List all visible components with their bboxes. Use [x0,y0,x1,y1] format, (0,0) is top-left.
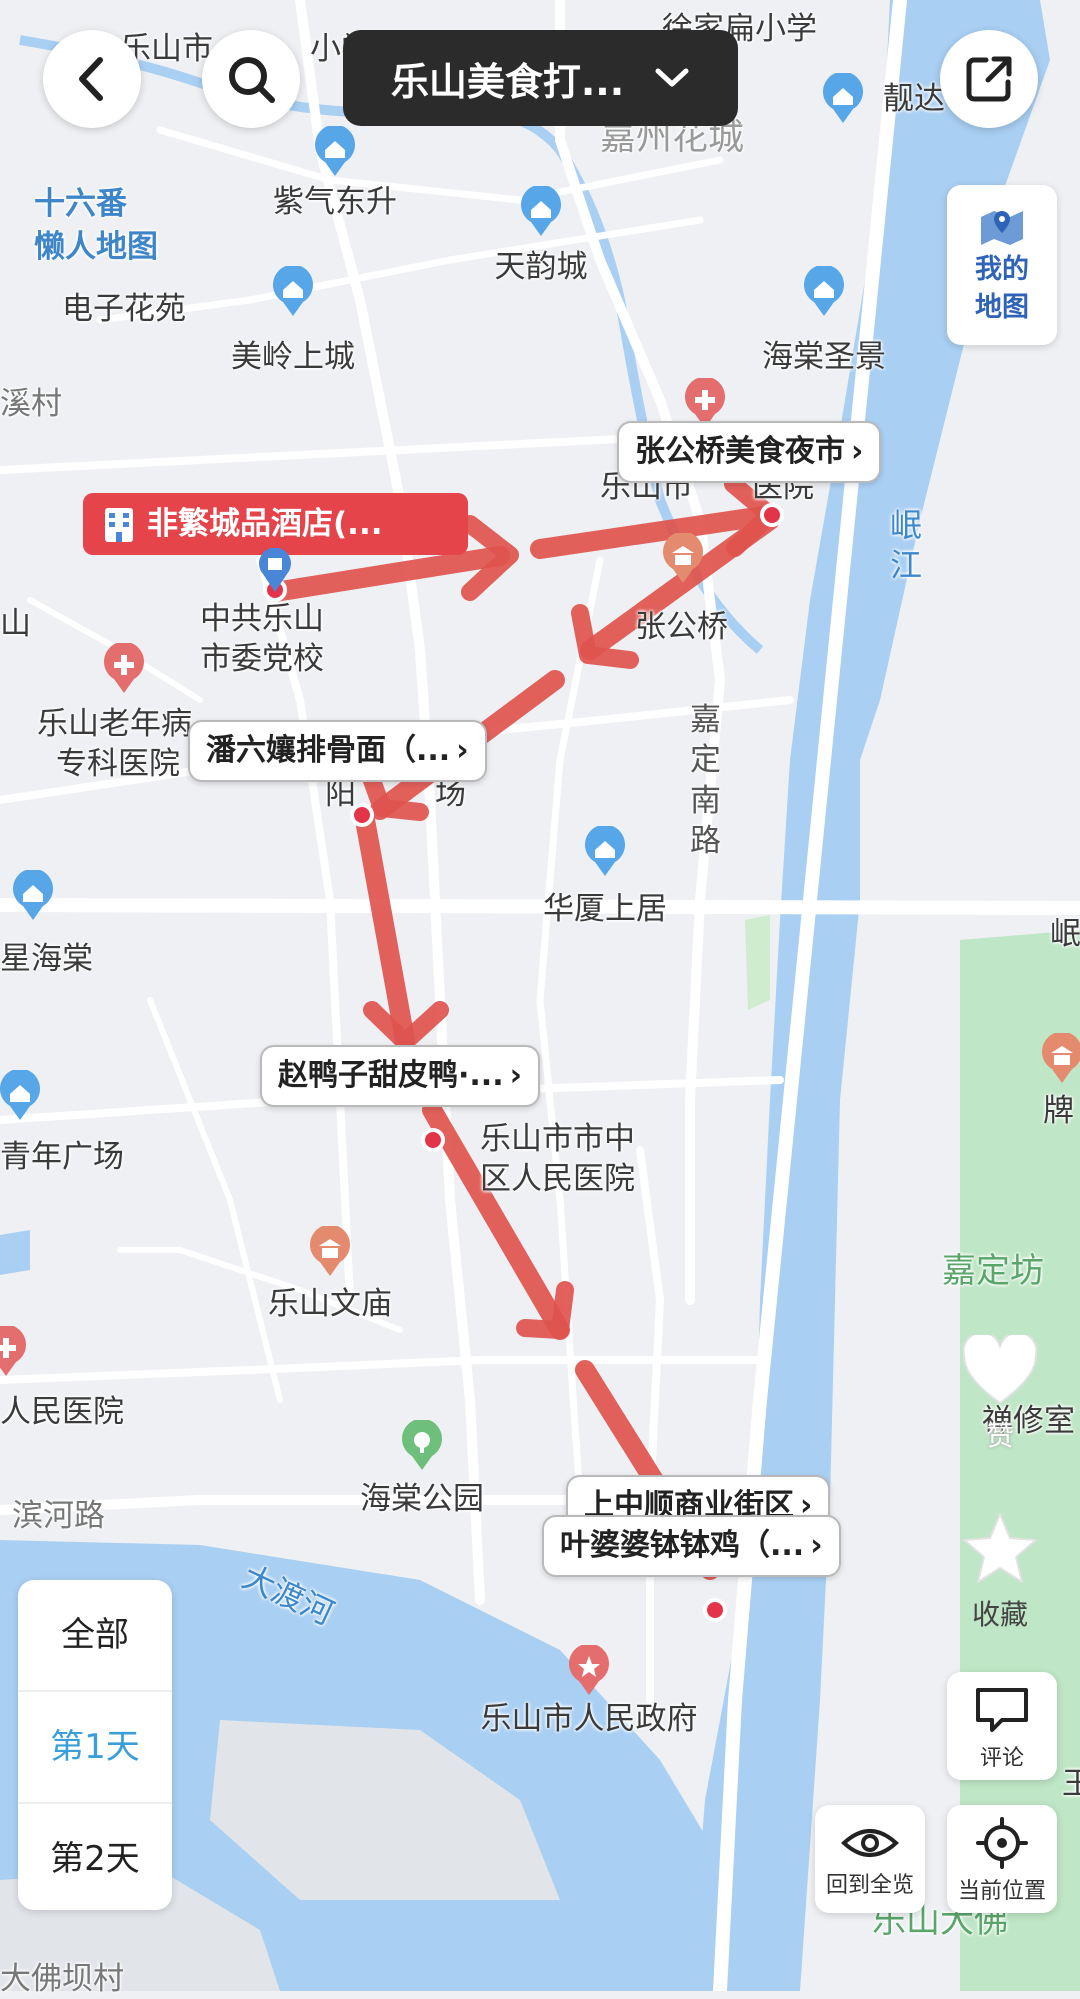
chevron-right-icon: › [509,1058,522,1093]
locate-label: 当前位置 [957,1879,1046,1904]
chevron-right-icon: › [456,733,469,768]
place-label: 张公桥 [635,609,728,645]
overview-label: 回到全览 [825,1873,914,1898]
government-pin-icon [569,1645,609,1695]
like-label: 赞 [985,1419,1014,1452]
place-label: 靓达 [883,81,945,117]
road-label: 滨河路 [12,1498,105,1534]
trip-title-dropdown[interactable]: 乐山美食打... [343,30,738,126]
place-label: 海棠圣景 [762,339,886,375]
chevron-right-icon: › [810,1528,823,1563]
river-label: 岷江 [890,506,923,584]
place-label: 山 [0,606,31,642]
search-button[interactable] [202,30,300,128]
star-icon [963,1513,1037,1583]
day-tab-1[interactable]: 第1天 [18,1692,172,1804]
chevron-right-icon: › [851,434,864,469]
comment-label: 评论 [979,1746,1024,1771]
back-button[interactable] [43,30,141,128]
route-stop-callout[interactable]: 张公桥美食夜市 › [617,421,882,483]
temple-pin-icon [310,1226,350,1276]
comment-button[interactable]: 评论 [947,1672,1057,1780]
residence-pin-icon [585,826,625,876]
residence-pin-icon [804,266,844,316]
hotel-label[interactable]: 非繁城品酒店(... [83,493,468,555]
hospital-pin-icon [104,643,144,693]
place-label: 王 [1062,1766,1080,1802]
place-label: 紫气东升 [273,184,397,220]
comment-icon [976,1688,1028,1732]
hotel-name: 非繁城品酒店(... [147,506,383,542]
watermark-label: 懒人地图 [34,229,158,265]
place-label: 中共乐山 [200,601,324,637]
park-pin-icon [402,1420,442,1470]
place-label: 天韵城 [494,249,588,285]
eye-icon [841,1829,899,1857]
hospital-pin-icon [0,1326,26,1376]
temple-pin-icon [1042,1033,1080,1083]
place-label: 电子花苑 [62,291,186,327]
place-label: 乐山文庙 [268,1286,392,1322]
watermark-label: 十六番 [34,186,127,222]
place-label: 溪村 [0,386,62,422]
residence-pin-icon [521,186,561,236]
place-label: 专科医院 [56,746,180,782]
residence-pin-icon [13,870,53,920]
place-label: 嘉定坊 [942,1251,1044,1291]
like-button[interactable]: 赞 [960,1331,1040,1454]
trip-title: 乐山美食打... [390,59,625,104]
place-label: 华厦上居 [543,891,667,927]
place-label: 乐山市人民政府 [480,1701,698,1737]
map-pin-icon [981,211,1023,245]
place-label: 大佛坝村 [0,1961,124,1997]
favorite-button[interactable]: 收藏 [960,1510,1040,1633]
place-label: 海棠公园 [360,1481,484,1517]
hotel-pin-icon [259,548,291,592]
share-button[interactable] [940,30,1038,128]
chevron-down-icon [655,68,689,87]
residence-pin-icon [823,73,863,123]
place-label: 市委党校 [200,641,324,677]
route-stop-callout[interactable]: 赵鸭子甜皮鸭·... › [260,1045,540,1107]
my-map-label-1: 我的 [975,254,1029,285]
day-tab-all[interactable]: 全部 [18,1580,172,1692]
favorite-label: 收藏 [971,1598,1028,1631]
crosshair-icon [976,1817,1028,1869]
place-label: 星海棠 [0,941,93,977]
external-link-icon [966,56,1012,102]
place-label: 岷 [1050,916,1080,952]
residence-pin-icon [315,126,355,176]
locate-button[interactable]: 当前位置 [947,1805,1057,1913]
heart-icon [962,1331,1038,1405]
search-icon [229,57,275,103]
chevron-left-icon [79,57,103,101]
route-stop-callout[interactable]: 叶婆婆钵钵鸡（... › [542,1515,841,1577]
residence-pin-icon [0,1070,40,1120]
place-label: 区人民医院 [480,1161,635,1197]
place-label: 牌 [1043,1093,1074,1129]
route-stop-callout[interactable]: 潘六孃排骨面（... › [188,720,487,782]
residence-pin-icon [273,266,313,316]
place-label: 人民医院 [0,1394,124,1430]
my-map-label-2: 地图 [975,292,1029,323]
my-map-button[interactable]: 我的 地图 [947,185,1057,345]
road-label: 嘉定南路 [690,702,721,859]
day-selector: 全部 第1天 第2天 [18,1580,172,1910]
place-label: 乐山老年病 [37,706,192,742]
place-label: 乐山市市中 [480,1121,635,1157]
hotel-icon [105,507,133,542]
place-label: 青年广场 [0,1139,124,1175]
temple-pin-icon [663,533,703,583]
day-tab-2[interactable]: 第2天 [18,1804,172,1914]
place-label: 美岭上城 [231,339,355,375]
overview-button[interactable]: 回到全览 [815,1805,925,1913]
